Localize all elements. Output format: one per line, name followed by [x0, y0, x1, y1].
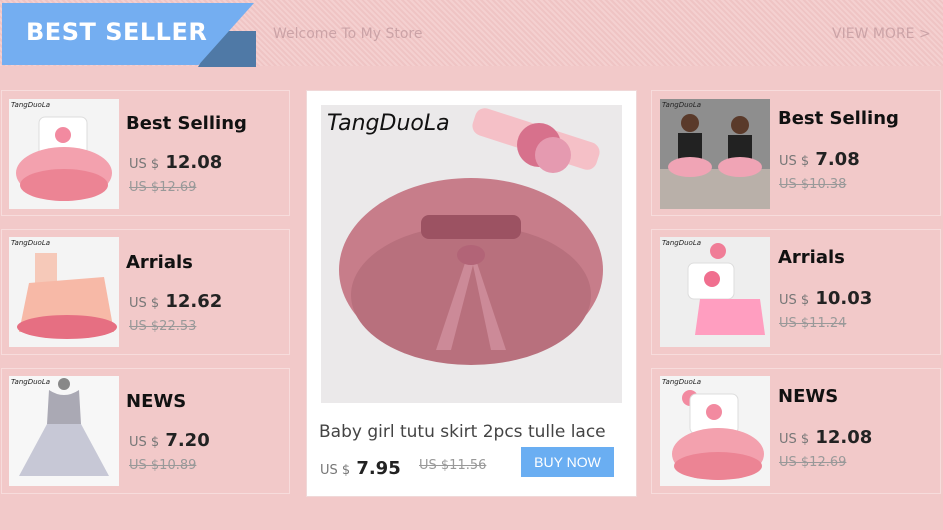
product-thumbnail[interactable]: TangDuoLa	[9, 99, 119, 209]
card-title[interactable]: Arrials	[126, 252, 193, 273]
price: US $ 12.62	[129, 291, 223, 312]
brand-label: TangDuoLa	[662, 101, 702, 109]
brand-label: TangDuoLa	[662, 378, 702, 386]
featured-product-image[interactable]: TangDuoLa	[321, 105, 622, 403]
card-title[interactable]: Best Selling	[126, 113, 247, 134]
view-more-link[interactable]: VIEW MORE >	[832, 26, 931, 42]
product-thumbnail[interactable]: TangDuoLa	[9, 237, 119, 347]
price: US $ 12.08	[779, 427, 873, 448]
badge-label: BEST SELLER	[26, 18, 208, 46]
original-price: US $12.69	[779, 455, 847, 470]
featured-product[interactable]: TangDuoLa Baby girl tutu skirt 2pcs tull…	[306, 90, 637, 497]
card-title[interactable]: Arrials	[778, 247, 845, 268]
card-title[interactable]: Best Selling	[778, 108, 899, 129]
welcome-text: Welcome To My Store	[273, 26, 423, 42]
brand-label: TangDuoLa	[327, 111, 450, 136]
product-card-left-1[interactable]: TangDuoLa Best Selling US $ 12.08 US $12…	[1, 90, 290, 216]
product-card-left-2[interactable]: TangDuoLa Arrials US $ 12.62 US $22.53	[1, 229, 290, 355]
card-title[interactable]: NEWS	[778, 386, 838, 407]
original-price: US $11.24	[779, 316, 847, 331]
brand-label: TangDuoLa	[11, 101, 51, 109]
product-thumbnail[interactable]: TangDuoLa	[9, 376, 119, 486]
original-price: US $11.56	[419, 458, 487, 473]
price: US $ 12.08	[129, 152, 223, 173]
price: US $ 7.08	[779, 149, 860, 170]
product-card-right-2[interactable]: TangDuoLa Arrials US $ 10.03 US $11.24	[651, 229, 941, 355]
product-thumbnail[interactable]: TangDuoLa	[660, 376, 770, 486]
original-price: US $12.69	[129, 180, 197, 195]
original-price: US $22.53	[129, 319, 197, 334]
product-thumbnail[interactable]: TangDuoLa	[660, 237, 770, 347]
brand-label: TangDuoLa	[11, 378, 51, 386]
price: US $ 10.03	[779, 288, 873, 309]
product-card-right-3[interactable]: TangDuoLa NEWS US $ 12.08 US $12.69	[651, 368, 941, 494]
product-card-left-3[interactable]: TangDuoLa NEWS US $ 7.20 US $10.89	[1, 368, 290, 494]
price: US $ 7.95	[320, 458, 401, 479]
header-bar: BEST SELLER Welcome To My Store VIEW MOR…	[0, 0, 943, 67]
price: US $ 7.20	[129, 430, 210, 451]
best-seller-badge: BEST SELLER	[2, 3, 256, 67]
brand-label: TangDuoLa	[11, 239, 51, 247]
brand-label: TangDuoLa	[662, 239, 702, 247]
buy-now-button[interactable]: BUY NOW	[521, 447, 614, 477]
original-price: US $10.38	[779, 177, 847, 192]
original-price: US $10.89	[129, 458, 197, 473]
product-thumbnail[interactable]: TangDuoLa	[660, 99, 770, 209]
product-card-right-1[interactable]: TangDuoLa Best Selling US $ 7.08 US $10.…	[651, 90, 941, 216]
product-name[interactable]: Baby girl tutu skirt 2pcs tulle lace	[319, 422, 606, 442]
card-title[interactable]: NEWS	[126, 391, 186, 412]
